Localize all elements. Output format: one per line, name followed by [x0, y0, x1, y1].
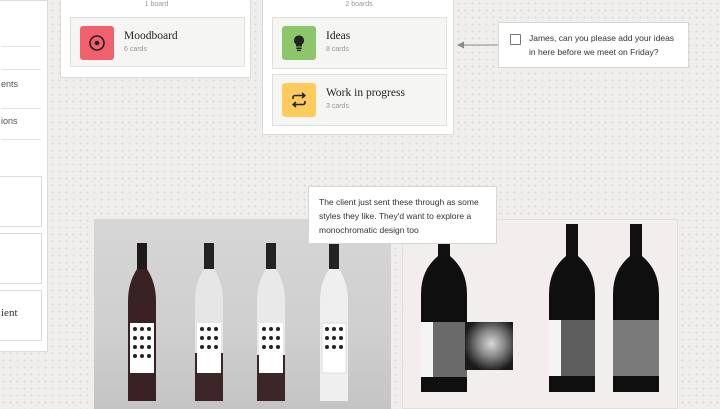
left-card[interactable]: ient: [0, 290, 42, 341]
task-note[interactable]: James, can you please add your ideas in …: [498, 22, 689, 68]
bottle-black: [549, 224, 595, 392]
left-card-title: ient: [1, 307, 18, 319]
ideas-card[interactable]: Ideas 8 cards: [272, 17, 447, 69]
task-text: James, can you please add your ideas in …: [529, 33, 675, 57]
ideas-board: 2 boards Ideas 8 cards Work in progress …: [262, 0, 454, 135]
lightbulb-icon: [282, 26, 316, 60]
left-row-label: ions: [1, 116, 18, 126]
moodboard-board: 1 board Moodboard 6 cards: [60, 0, 251, 78]
task-checkbox[interactable]: [510, 34, 521, 45]
bottle-clear-dark: [257, 243, 285, 401]
left-row[interactable]: ents: [1, 70, 41, 109]
card-title: Moodboard: [124, 30, 178, 42]
card-count: 6 cards: [124, 46, 147, 53]
left-card[interactable]: [0, 176, 42, 227]
connector-arrow[interactable]: [456, 38, 502, 52]
left-row[interactable]: [1, 19, 41, 47]
card-title: Work in progress: [326, 87, 405, 99]
work-in-progress-card[interactable]: Work in progress 3 cards: [272, 74, 447, 126]
left-row[interactable]: ions: [1, 109, 41, 140]
client-note-text: The client just sent these through as so…: [319, 197, 479, 235]
card-count: 8 cards: [326, 46, 349, 53]
bottle-white: [320, 243, 348, 401]
client-note[interactable]: The client just sent these through as so…: [308, 186, 497, 244]
left-row-label: ents: [1, 79, 19, 89]
moodboard-card[interactable]: Moodboard 6 cards: [70, 17, 245, 67]
board-count: 1 board: [144, 1, 169, 8]
postcard-print: [465, 322, 513, 370]
left-card[interactable]: [0, 233, 42, 284]
card-count: 3 cards: [326, 103, 349, 110]
repeat-icon: [282, 83, 316, 117]
bottle-clear-dark: [195, 243, 223, 401]
left-row[interactable]: [1, 47, 41, 70]
bottle-black: [421, 224, 467, 392]
card-title: Ideas: [326, 30, 351, 42]
bottle-dark: [128, 243, 156, 401]
wine-bottles-image-black[interactable]: [402, 219, 678, 409]
target-icon: [80, 26, 114, 60]
board-count: 2 boards: [345, 1, 373, 8]
bottle-black: [613, 224, 659, 392]
wine-bottles-image-grey[interactable]: [94, 219, 391, 409]
